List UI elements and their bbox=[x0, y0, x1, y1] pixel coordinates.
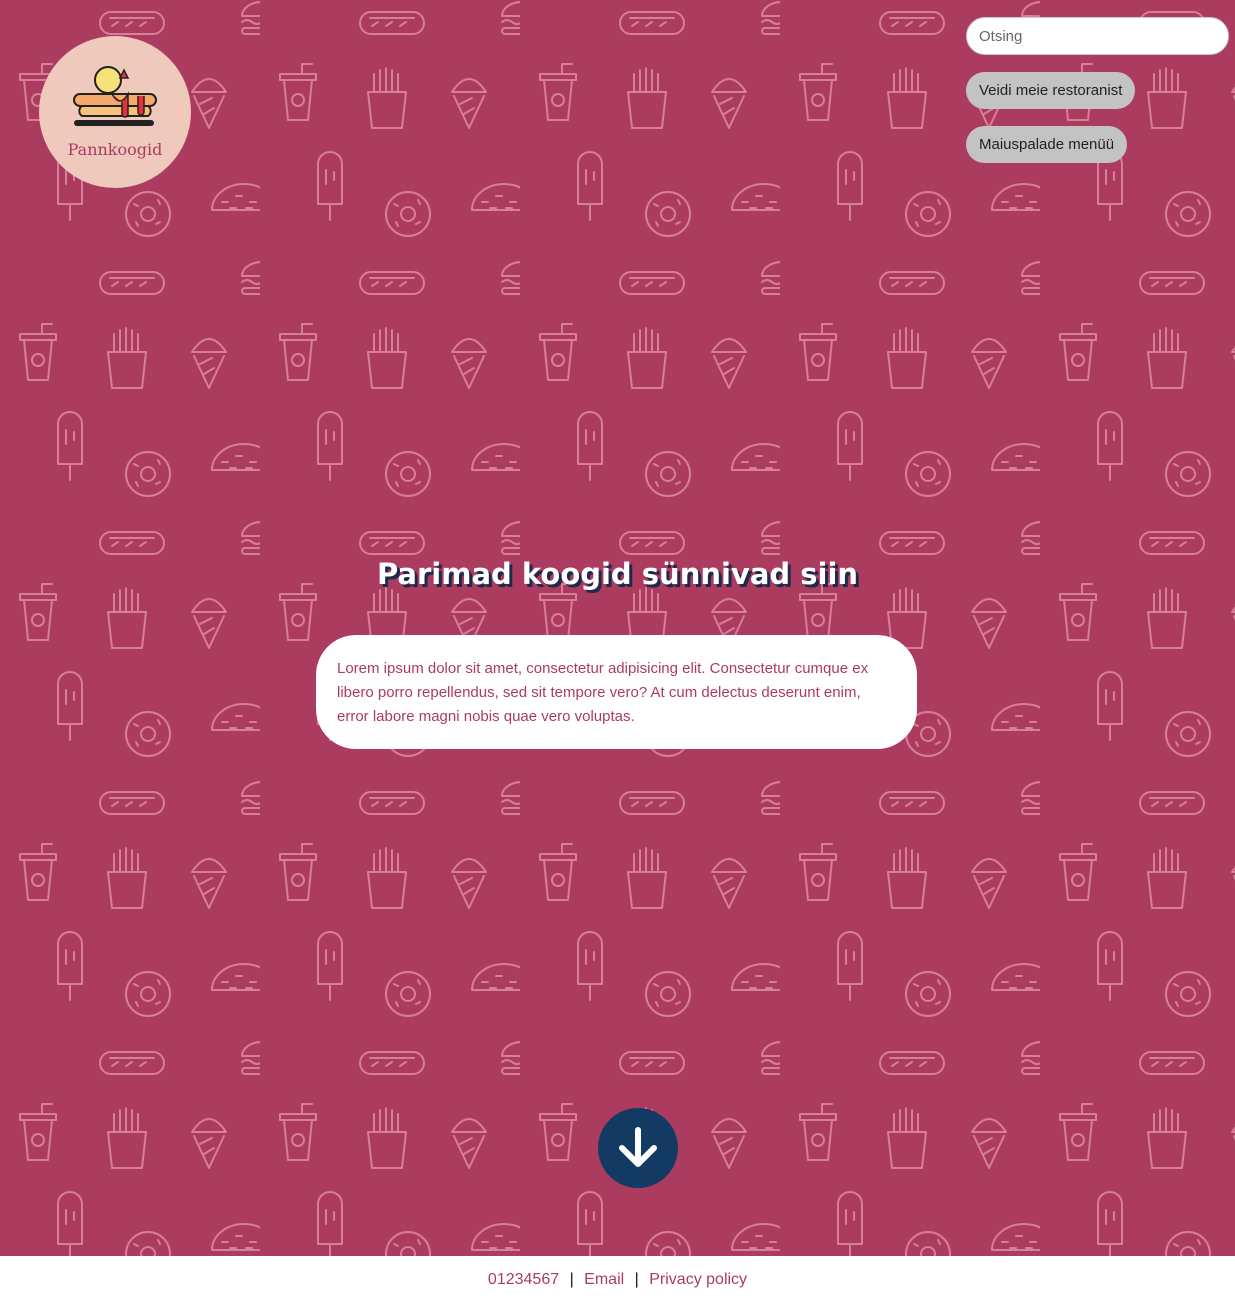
footer-email-link[interactable]: Email bbox=[584, 1271, 624, 1288]
hero-section: Pannkoogid Veidi meie restoranist Maiusp… bbox=[0, 0, 1235, 1256]
footer-phone: 01234567 bbox=[487, 1271, 560, 1288]
pancake-stack-icon bbox=[73, 66, 157, 126]
hero-description-card: Lorem ipsum dolor sit amet, consectetur … bbox=[316, 635, 917, 749]
nav-menu-button[interactable]: Maiuspalade menüü bbox=[966, 126, 1128, 163]
nav-about-button[interactable]: Veidi meie restoranist bbox=[966, 72, 1136, 109]
footer: 01234567 | Email | Privacy policy bbox=[0, 1256, 1235, 1304]
brand-name: Pannkoogid bbox=[67, 140, 163, 159]
scroll-down-button[interactable] bbox=[598, 1108, 678, 1188]
search-input[interactable] bbox=[966, 17, 1229, 55]
food-pattern-background bbox=[0, 0, 1235, 1256]
hero-title: Parimad koogid sünnivad siin bbox=[376, 557, 859, 591]
footer-privacy-link[interactable]: Privacy policy bbox=[649, 1271, 747, 1288]
hero-description: Lorem ipsum dolor sit amet, consectetur … bbox=[337, 660, 869, 725]
arrow-down-circle-icon bbox=[619, 1127, 657, 1167]
footer-separator: | bbox=[634, 1271, 639, 1288]
footer-separator: | bbox=[569, 1271, 574, 1288]
brand-logo[interactable]: Pannkoogid bbox=[39, 36, 191, 188]
